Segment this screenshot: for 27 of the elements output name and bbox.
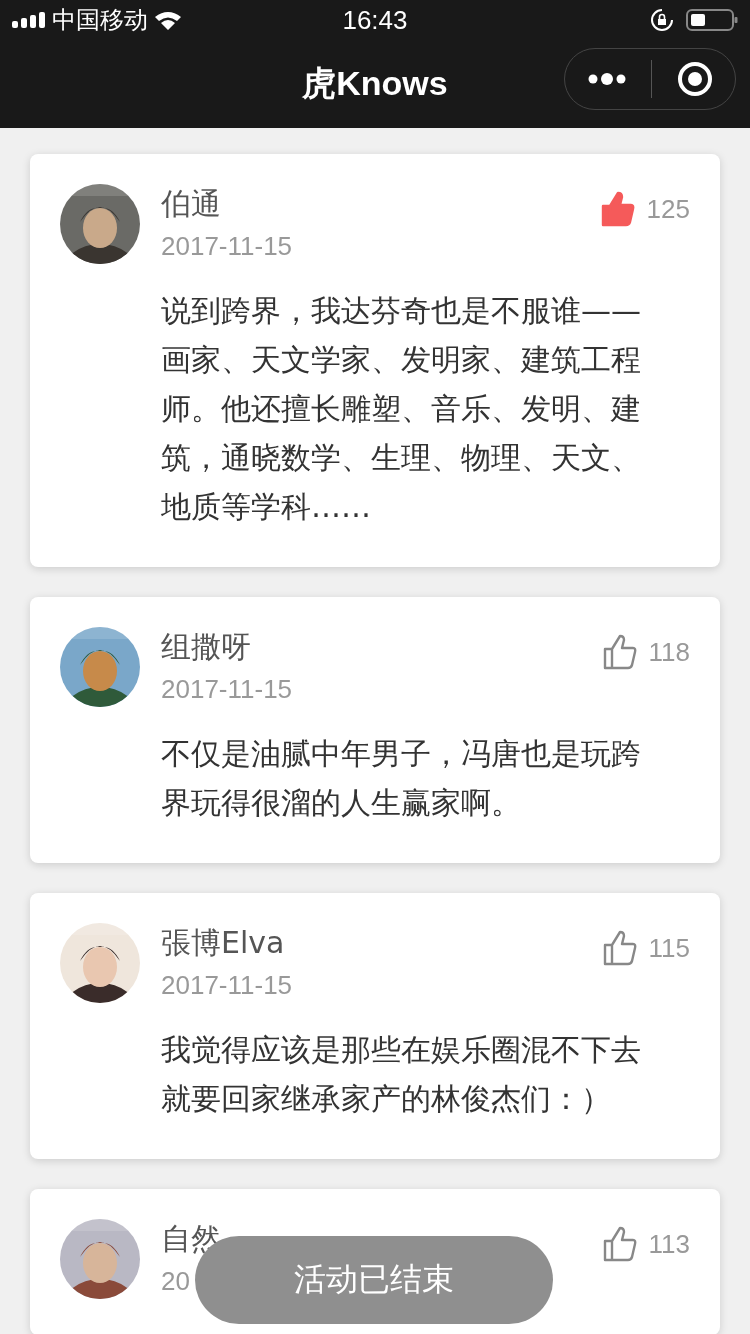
comment-date: 2017-11-15 [161,970,293,1001]
user-name: 張博Elva [161,924,286,962]
user-name: 伯通 [161,185,222,223]
more-icon[interactable] [587,71,628,87]
battery-icon [686,8,738,32]
comment-date: 2017-11-15 [161,674,293,705]
like-count: 113 [648,1228,690,1260]
page-title: 虎Knows [302,63,448,104]
comment-date: 20 [161,1266,191,1297]
comment-date: 2017-11-15 [161,231,293,262]
thumbs-up-icon[interactable] [602,634,637,670]
comment-text: 我觉得应该是那些在娱乐圈混不下去就要回家继承家产的林俊杰们：） [161,1031,642,1118]
wifi-icon [154,10,182,30]
carrier-name: 中国移动 [52,5,148,36]
signal-icon [12,12,46,28]
like-count: 125 [646,193,690,225]
thumbs-up-icon[interactable] [600,191,635,227]
comment-text: 说到跨界，我达芬奇也是不服谁——画家、天文学家、发明家、建筑工程师。他还擅长雕塑、音乐、发明、建筑，通晓数学、生理、物理、天文、地质等学科…… [161,292,642,526]
close-icon[interactable] [676,61,713,97]
clock-time: 16:43 [341,4,409,36]
thumbs-up-icon[interactable] [602,930,637,966]
like-count: 115 [648,932,690,964]
like-count: 118 [648,636,690,668]
rotation-lock-icon [650,8,674,32]
comment-text: 不仅是油腻中年男子，冯唐也是玩跨界玩得很溜的人生赢家啊。 [161,735,642,822]
user-name: 组撒呀 [161,628,252,666]
thumbs-up-icon[interactable] [602,1226,637,1262]
